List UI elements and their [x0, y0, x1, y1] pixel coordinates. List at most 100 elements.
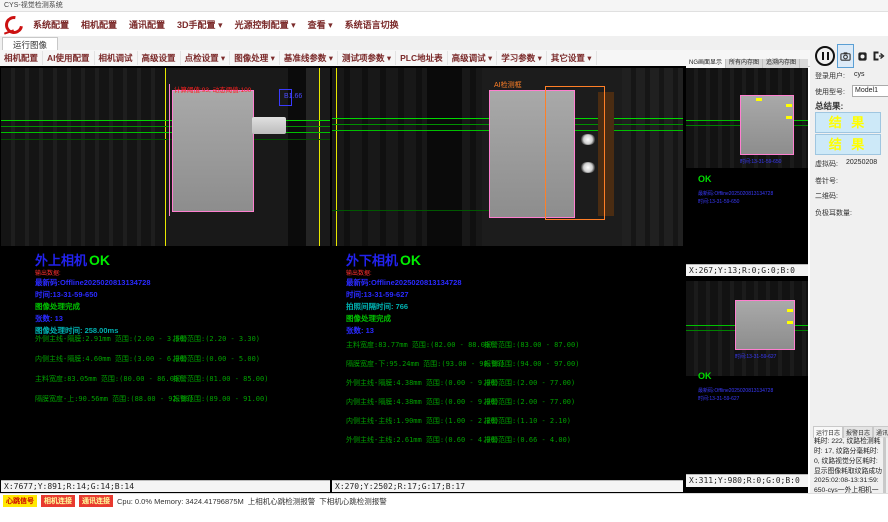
virtual-code-value: 20250208: [846, 159, 877, 166]
pixel-coords-text: X:270;Y:2502;R:17;G:17;B:17: [335, 482, 465, 491]
menu-view[interactable]: 查看 ▾: [303, 16, 338, 33]
tool-camera-config[interactable]: 相机配置: [0, 51, 43, 65]
login-user-value: cys: [854, 71, 865, 78]
tool-plc-address[interactable]: PLC地址表: [396, 51, 448, 65]
thumb-bottom-view[interactable]: 时间:13-31-59-627 OK 最新码:Offline2025020813…: [686, 281, 808, 474]
tool-baseline-params[interactable]: 基准线参数 ▾: [280, 51, 338, 65]
menu-light-config[interactable]: 光源控制配置 ▾: [230, 16, 301, 33]
menu-camera-config[interactable]: 相机配置: [76, 16, 122, 33]
alarm-range: 报警范围:(2.00 - 77.00): [484, 378, 575, 388]
camera-result-title: 外下相机OK: [346, 250, 421, 269]
camera-result-title: 外上相机OK: [35, 250, 110, 269]
model-input[interactable]: Model1: [852, 85, 888, 97]
log-scrollbar[interactable]: [883, 437, 886, 497]
tool-image-process[interactable]: 图像处理 ▾: [230, 51, 280, 65]
tool-spot-check[interactable]: 点检设置 ▾: [181, 51, 231, 65]
result-ok-text: OK: [400, 252, 421, 268]
measure-row: 主料宽度:83.77mm 范围:(82.00 - 88.00): [346, 340, 493, 350]
alarm-range: 报警范围:(0.00 - 5.00): [173, 354, 260, 364]
menu-3d-config[interactable]: 3D手配置 ▾: [172, 16, 228, 33]
thumb-info-line: 最新码:Offline2025020813134728: [698, 190, 773, 197]
menu-language-switch[interactable]: 系统语言切换: [340, 16, 404, 33]
product-image: [735, 300, 795, 350]
camera-connect-badge: 相机连接: [41, 495, 75, 507]
logout-button[interactable]: [869, 44, 888, 68]
tool-camera-debug[interactable]: 相机调试: [95, 51, 138, 65]
ai-detect-box: [545, 86, 605, 220]
right-camera-view[interactable]: AI检测框 外下相机OK 输出数据: 最新码:Offline2025020813…: [332, 68, 683, 480]
process-done-text: 图像处理完成: [35, 301, 80, 312]
measure-row: 外侧主线-主线:2.61mm 范围:(0.60 - 4.00): [346, 435, 499, 445]
logout-icon: [872, 50, 885, 62]
process-done-text: 图像处理完成: [346, 313, 391, 324]
machinery-left: [1, 68, 165, 246]
qr-code-label: 二维码:: [815, 191, 838, 201]
yellow-marker: [786, 116, 792, 119]
tool-advanced-settings[interactable]: 高级设置: [138, 51, 181, 65]
tool-learning-params[interactable]: 学习参数 ▾: [497, 51, 547, 65]
machinery-slot: [427, 68, 462, 246]
comm-connect-badge: 通讯连接: [79, 495, 113, 507]
left-camera-view[interactable]: B1.66 计算阈值:93, 动态阈值:100 外上相机OK 输出数据: 最新码…: [1, 68, 330, 480]
roi-blue-label: B1.66: [284, 93, 302, 100]
pixel-coords-text: X:311;Y:980;R:0;G:0;B:0: [689, 476, 800, 485]
threshold-overlay-text: 计算阈值:93, 动态阈值:100: [174, 84, 251, 94]
yellow-marker: [756, 98, 762, 101]
app-logo-icon: [4, 15, 22, 33]
device-settings-button[interactable]: [854, 44, 870, 68]
thumb-bottom-pixel-status: X:311;Y:980;R:0;G:0;B:0: [686, 474, 808, 487]
measure-row: 隔膜宽度-下:95.24mm 范围:(93.00 - 98.00): [346, 359, 505, 369]
thumb-top-pixel-status: X:267;Y:13;R:0;G:0;B:0: [686, 264, 808, 276]
heartbeat-badge: 心跳信号: [3, 495, 37, 507]
machinery-rail: [306, 68, 320, 246]
alarm-range: 报警范围:(89.00 - 91.00): [173, 394, 268, 404]
green-measure-line: [1, 139, 330, 140]
window-title: CYS-视觉检测系统: [4, 2, 63, 9]
green-measure-line: [332, 210, 492, 211]
menu-system-config[interactable]: 系统配置: [28, 16, 74, 33]
thumb-ok-text: OK: [698, 174, 712, 184]
alarm-range: 报警范围:(1.10 - 2.10): [484, 416, 571, 426]
output-label: 输出数据:: [346, 268, 372, 277]
alarm-range: 报警范围:(0.66 - 4.00): [484, 435, 571, 445]
tab-highlight: [580, 162, 596, 173]
tool-advanced-debug[interactable]: 高级调试 ▾: [448, 51, 498, 65]
menu-comm-config[interactable]: 通讯配置: [124, 16, 170, 33]
thumb-top-view[interactable]: 时间:13-31-59-650 OK 最新码:Offline2025020813…: [686, 68, 808, 264]
app-window: CYS-视觉检测系统 系统配置 相机配置 通讯配置 3D手配置 ▾ 光源控制配置…: [0, 0, 888, 522]
tab-connector: [252, 117, 286, 134]
right-panel: 登录用户: cys 使用型号: Model1 总结果: 结 果 结 果 虚拟码:…: [810, 36, 888, 508]
measure-row: 外侧主线-隔膜:4.38mm 范围:(0.00 - 9.00): [346, 378, 499, 388]
model-label: 使用型号:: [815, 87, 845, 97]
alarm-range: 报警范围:(2.20 - 3.30): [173, 334, 260, 344]
thumb-tab-all-memory[interactable]: 所有内存图: [726, 59, 763, 68]
tool-test-params[interactable]: 测试项参数 ▾: [338, 51, 396, 65]
measure-row: 内侧主线-隔膜:4.38mm 范围:(0.00 - 9.00): [346, 397, 499, 407]
camera-name: 外上相机: [35, 253, 87, 268]
yellow-marker: [787, 321, 793, 324]
interval-time-text: 拍照间隔时间: 766: [346, 301, 408, 312]
time-text: 时间:13-31-59-650: [35, 289, 98, 300]
tool-ai-use-config[interactable]: AI使用配置: [43, 51, 95, 65]
thumb-tab-ng[interactable]: NG画面显示: [686, 59, 726, 68]
measure-row: 内侧主线-隔膜:4.60mm 范围:(3.00 - 6.00): [35, 354, 188, 364]
barcode-text: 最新码:Offline2025020813134728: [346, 277, 462, 288]
needle-number-label: 卷针号:: [815, 176, 838, 186]
camera-view-button[interactable]: [837, 44, 854, 68]
tab-row: 运行图像: [0, 36, 810, 51]
tool-other-settings[interactable]: 其它设置 ▾: [547, 51, 597, 65]
ai-box-label: AI检测框: [494, 80, 522, 90]
pause-button[interactable]: [813, 44, 837, 68]
measure-row: 主料宽度:83.05mm 范围:(80.00 - 86.00): [35, 374, 182, 384]
left-view-pixel-status: X:7677;Y:891;R:14;G:14;B:14: [1, 480, 330, 492]
status-bar: 心跳信号 相机连接 通讯连接 Cpu: 0.0% Memory: 3424.41…: [0, 493, 888, 508]
yellow-guide-line: [319, 68, 320, 246]
result-box-upper: 结 果: [815, 112, 881, 133]
thumb-info-line: 时间:13-31-59-650: [740, 158, 781, 165]
thumb-info-line: 时间:13-31-59-627: [698, 395, 739, 402]
thumb-info-line: 时间:13-31-59-650: [698, 198, 739, 205]
device-icon: [857, 51, 868, 62]
time-text: 时间:13-31-59-627: [346, 289, 409, 300]
thumb-tab-trace-memory[interactable]: 追溯内存图: [763, 59, 800, 68]
measure-row: 内侧主线-主线:1.90mm 范围:(1.00 - 2.20): [346, 416, 499, 426]
